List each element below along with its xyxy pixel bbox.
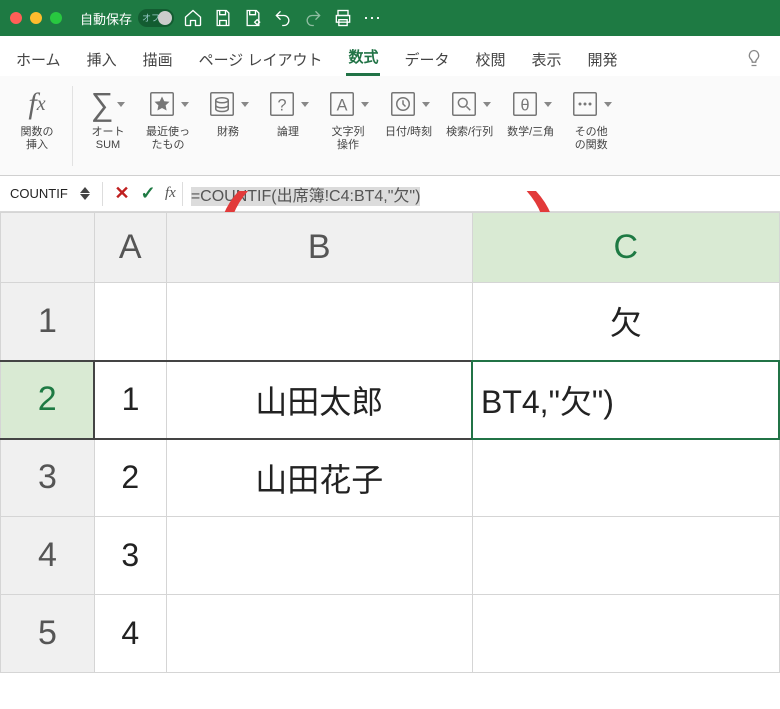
cell-b3[interactable]: 山田花子 bbox=[166, 439, 472, 517]
autosave-label: 自動保存 bbox=[80, 9, 132, 28]
spreadsheet-grid[interactable]: A B C 1 欠 2 1 山田太郎 BT4,"欠") 3 2 山田花子 4 3… bbox=[0, 212, 780, 673]
insert-function-button[interactable]: fx 関数の 挿入 bbox=[8, 82, 66, 152]
tell-me-icon[interactable] bbox=[742, 38, 766, 76]
cell-c1[interactable]: 欠 bbox=[472, 283, 779, 361]
zoom-window-icon[interactable] bbox=[50, 12, 62, 24]
tab-review[interactable]: 校閲 bbox=[474, 41, 508, 76]
math-button[interactable]: θ 数学/三角 bbox=[501, 82, 560, 139]
financial-label: 財務 bbox=[217, 126, 239, 139]
more-icon[interactable]: ⋯ bbox=[362, 7, 384, 29]
accept-formula-button[interactable]: ✓ bbox=[135, 183, 161, 204]
text-functions-button[interactable]: A 文字列 操作 bbox=[319, 82, 377, 152]
chevron-down-icon bbox=[80, 194, 90, 200]
tab-view[interactable]: 表示 bbox=[530, 41, 564, 76]
ribbon-tabs: ホーム 挿入 描画 ページ レイアウト 数式 データ 校閲 表示 開発 bbox=[0, 36, 780, 76]
home-icon[interactable] bbox=[182, 7, 204, 29]
coins-icon bbox=[205, 82, 251, 126]
cell-b4[interactable] bbox=[166, 517, 472, 595]
row-header-1[interactable]: 1 bbox=[1, 283, 95, 361]
cell-c2[interactable]: BT4,"欠") bbox=[472, 361, 779, 439]
svg-text:?: ? bbox=[277, 96, 286, 114]
print-icon[interactable] bbox=[332, 7, 354, 29]
more-dots-icon bbox=[568, 82, 614, 126]
more-label: その他 の関数 bbox=[575, 126, 608, 152]
row-header-5[interactable]: 5 bbox=[1, 595, 95, 673]
tab-insert[interactable]: 挿入 bbox=[85, 41, 119, 76]
datetime-label: 日付/時刻 bbox=[385, 126, 432, 139]
cell-a4[interactable]: 3 bbox=[94, 517, 166, 595]
fx-icon: fx bbox=[14, 82, 60, 126]
cell-b2[interactable]: 山田太郎 bbox=[166, 361, 472, 439]
autosum-button[interactable]: ∑ オート SUM bbox=[79, 82, 137, 152]
recent-functions-button[interactable]: 最近使っ たもの bbox=[139, 82, 197, 152]
select-all-corner[interactable] bbox=[1, 213, 95, 283]
cancel-formula-button[interactable]: ✕ bbox=[109, 183, 135, 204]
save-icon[interactable] bbox=[212, 7, 234, 29]
tab-data[interactable]: データ bbox=[402, 41, 451, 76]
save-as-icon[interactable] bbox=[242, 7, 264, 29]
lookup-button[interactable]: 検索/行列 bbox=[440, 82, 499, 139]
cell-c4[interactable] bbox=[472, 517, 779, 595]
question-icon: ? bbox=[265, 82, 311, 126]
text-label: 文字列 操作 bbox=[332, 126, 365, 152]
cell-b5[interactable] bbox=[166, 595, 472, 673]
clock-icon bbox=[385, 82, 432, 126]
name-box[interactable]: COUNTIF bbox=[6, 184, 80, 203]
titlebar: 自動保存 オフ ⋯ bbox=[0, 0, 780, 36]
cell-c3[interactable] bbox=[472, 439, 779, 517]
fx-label[interactable]: fx bbox=[165, 185, 176, 202]
math-label: 数学/三角 bbox=[507, 126, 554, 139]
cell-a5[interactable]: 4 bbox=[94, 595, 166, 673]
ribbon-formulas: fx 関数の 挿入 ∑ オート SUM 最近使っ たもの 財務 ? 論理 A 文… bbox=[0, 76, 780, 176]
formula-input[interactable]: =COUNTIF(出席簿!C4:BT4,"欠") bbox=[185, 180, 774, 208]
lookup-label: 検索/行列 bbox=[446, 126, 493, 139]
close-window-icon[interactable] bbox=[10, 12, 22, 24]
undo-icon[interactable] bbox=[272, 7, 294, 29]
star-icon bbox=[145, 82, 191, 126]
cell-c5[interactable] bbox=[472, 595, 779, 673]
autosum-label: オート SUM bbox=[92, 126, 125, 152]
row-header-3[interactable]: 3 bbox=[1, 439, 95, 517]
text-a-icon: A bbox=[325, 82, 371, 126]
col-header-c[interactable]: C bbox=[472, 213, 779, 283]
row-header-2[interactable]: 2 bbox=[1, 361, 95, 439]
logical-button[interactable]: ? 論理 bbox=[259, 82, 317, 139]
financial-button[interactable]: 財務 bbox=[199, 82, 257, 139]
more-functions-button[interactable]: その他 の関数 bbox=[562, 82, 620, 152]
cell-a1[interactable] bbox=[94, 283, 166, 361]
window-controls bbox=[10, 12, 62, 24]
cell-a3[interactable]: 2 bbox=[94, 439, 166, 517]
recent-label: 最近使っ たもの bbox=[146, 126, 190, 152]
redo-icon[interactable] bbox=[302, 7, 324, 29]
tab-formulas[interactable]: 数式 bbox=[346, 38, 380, 76]
col-header-b[interactable]: B bbox=[166, 213, 472, 283]
svg-text:θ: θ bbox=[520, 96, 529, 114]
svg-text:A: A bbox=[337, 96, 348, 114]
insert-function-label: 関数の 挿入 bbox=[21, 126, 54, 152]
minimize-window-icon[interactable] bbox=[30, 12, 42, 24]
switch-icon: オフ bbox=[138, 9, 174, 27]
formula-bar: COUNTIF ✕ ✓ fx =COUNTIF(出席簿!C4:BT4,"欠") bbox=[0, 176, 780, 212]
col-header-a[interactable]: A bbox=[94, 213, 166, 283]
tab-home[interactable]: ホーム bbox=[14, 41, 63, 76]
theta-icon: θ bbox=[507, 82, 554, 126]
tab-pagelayout[interactable]: ページ レイアウト bbox=[197, 41, 325, 76]
tab-draw[interactable]: 描画 bbox=[141, 41, 175, 76]
cell-a2[interactable]: 1 bbox=[94, 361, 166, 439]
autosave-toggle[interactable]: 自動保存 オフ bbox=[80, 9, 174, 28]
sigma-icon: ∑ bbox=[85, 82, 131, 126]
tab-developer[interactable]: 開発 bbox=[586, 41, 620, 76]
namebox-stepper[interactable] bbox=[80, 187, 90, 200]
search-icon bbox=[446, 82, 493, 126]
logical-label: 論理 bbox=[277, 126, 299, 139]
datetime-button[interactable]: 日付/時刻 bbox=[379, 82, 438, 139]
row-header-4[interactable]: 4 bbox=[1, 517, 95, 595]
formula-text: =COUNTIF(出席簿!C4:BT4,"欠") bbox=[191, 187, 421, 206]
chevron-up-icon bbox=[80, 187, 90, 193]
cell-b1[interactable] bbox=[166, 283, 472, 361]
